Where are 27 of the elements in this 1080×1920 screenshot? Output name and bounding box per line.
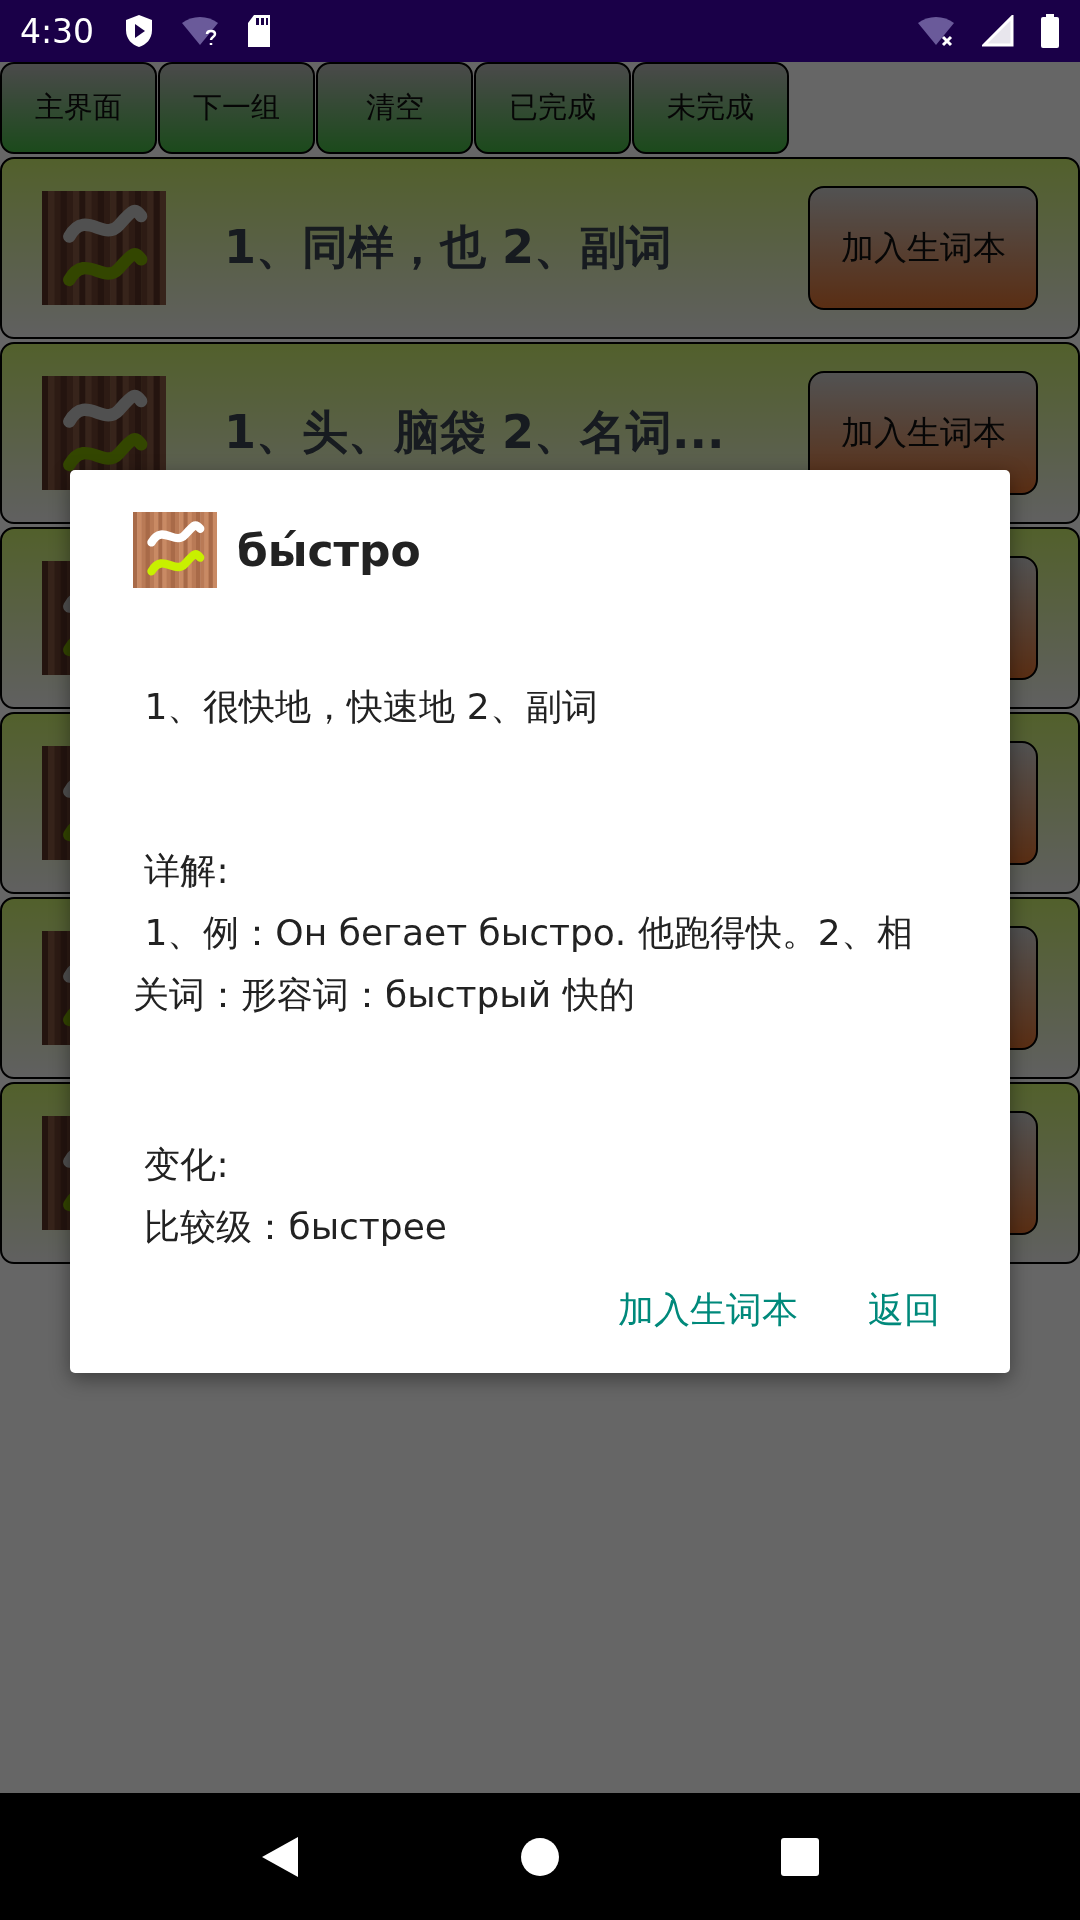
wifi-question-icon bbox=[180, 15, 221, 47]
word-meaning: 1、头、脑袋 2、名词... bbox=[224, 404, 726, 461]
detail-label: 详解: bbox=[143, 849, 230, 893]
toolbar-button[interactable]: 下一组 bbox=[158, 62, 315, 154]
toolbar-button[interactable]: 未完成 bbox=[632, 62, 789, 154]
dialog-button[interactable]: 返回 bbox=[848, 1274, 960, 1347]
dialog-title: бы́стро bbox=[237, 524, 421, 576]
detail-text: 1、例：Он бегает быстро. 他跑得快。2、相关词：形容词：быстрый 快的 bbox=[133, 911, 914, 1017]
sd-card-icon bbox=[246, 15, 273, 47]
back-icon[interactable] bbox=[260, 1834, 300, 1879]
word-card[interactable]: 1、同样，也 2、副词 加入生词本 bbox=[0, 157, 1080, 339]
home-icon[interactable] bbox=[520, 1836, 560, 1877]
toolbar-button[interactable]: 主界面 bbox=[0, 62, 157, 154]
word-meaning: 1、同样，也 2、副词 bbox=[224, 219, 674, 276]
toolbar-button[interactable]: 已完成 bbox=[474, 62, 631, 154]
dialog-button[interactable]: 加入生词本 bbox=[598, 1274, 818, 1347]
word-meaning: 1、很快地，快速地 2、副词 bbox=[143, 685, 599, 729]
status-time: 4:30 bbox=[20, 11, 95, 51]
add-to-vocabulary-button[interactable]: 加入生词本 bbox=[808, 186, 1038, 310]
change-label: 变化: bbox=[143, 1143, 230, 1187]
shield-play-icon bbox=[124, 14, 155, 48]
signal-icon bbox=[982, 15, 1014, 47]
recents-icon[interactable] bbox=[780, 1836, 820, 1877]
change-text: 比较级：быстрее bbox=[143, 1205, 448, 1249]
battery-icon bbox=[1040, 14, 1060, 48]
toolbar-button[interactable]: 清空 bbox=[316, 62, 473, 154]
wifi-off-icon bbox=[916, 15, 956, 47]
